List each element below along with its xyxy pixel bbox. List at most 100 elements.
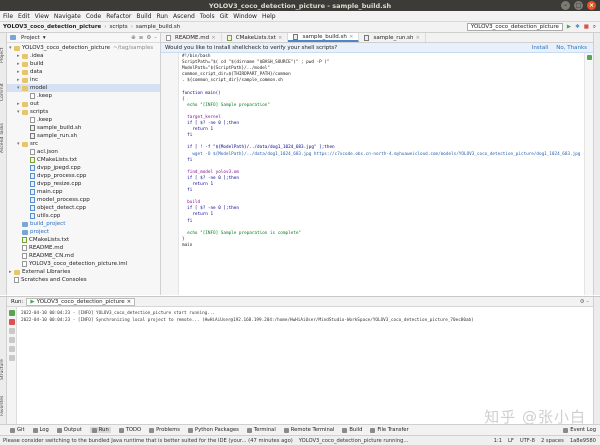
caret-position[interactable]: 1:1 xyxy=(494,438,502,444)
indent-setting[interactable]: 2 spaces xyxy=(541,438,564,444)
status-task[interactable]: YOLOV3_coco_detection_picture running... xyxy=(299,438,409,444)
close-icon[interactable]: × xyxy=(127,299,132,305)
menu-view[interactable]: View xyxy=(35,13,49,20)
file-encoding[interactable]: UTF-8 xyxy=(520,438,535,444)
toolwindow-remote-terminal[interactable]: Remote Terminal xyxy=(283,427,334,433)
menu-code[interactable]: Code xyxy=(86,13,101,20)
editor-tab-cmakelists-txt[interactable]: CMakeLists.txt × xyxy=(222,33,289,42)
toolwindow-output[interactable]: Output xyxy=(56,427,82,433)
tree-item[interactable]: project xyxy=(7,228,160,236)
tool-tab-ascend-tasks[interactable]: Ascend Tasks xyxy=(0,113,7,163)
tool-tab-project[interactable]: Project xyxy=(0,37,7,73)
toolwindow-file-transfer[interactable]: File Transfer xyxy=(370,427,409,433)
tool-tab-favorites[interactable]: Favorites xyxy=(0,392,7,420)
tree-item[interactable]: utils.cpp xyxy=(7,212,160,220)
tree-item[interactable]: sample_build.sh xyxy=(7,124,160,132)
menu-navigate[interactable]: Navigate xyxy=(54,13,81,20)
toolwindow-terminal[interactable]: Terminal xyxy=(246,427,276,433)
menu-refactor[interactable]: Refactor xyxy=(106,13,131,20)
tree-item[interactable]: dvpp_process.cpp xyxy=(7,172,160,180)
search-icon[interactable]: ⌕ xyxy=(593,24,596,31)
toolwindow-build[interactable]: Build xyxy=(342,427,362,433)
locate-icon[interactable]: ⊕ xyxy=(131,35,136,41)
maximize-button[interactable]: □ xyxy=(574,1,583,10)
menu-run[interactable]: Run xyxy=(156,13,168,20)
tree-item[interactable]: README.md xyxy=(7,244,160,252)
menu-build[interactable]: Build xyxy=(136,13,151,20)
trash-icon[interactable] xyxy=(8,355,15,361)
editor-tab-sample-run-sh[interactable]: sample_run.sh × xyxy=(359,33,427,42)
breadcrumb-folder[interactable]: scripts xyxy=(109,24,127,30)
editor-scrollbar[interactable] xyxy=(584,53,593,295)
tree-item[interactable]: Scratches and Consoles xyxy=(7,276,160,284)
menu-tools[interactable]: Tools xyxy=(200,13,215,20)
editor-tab-readme-md[interactable]: README.md × xyxy=(161,33,222,42)
run-panel-options[interactable]: ⚙ – xyxy=(580,299,593,305)
hide-icon[interactable]: – xyxy=(154,35,157,41)
tree-item[interactable]: object_detect.cpp xyxy=(7,204,160,212)
menu-ascend[interactable]: Ascend xyxy=(173,13,195,20)
tree-item[interactable]: ▾ src xyxy=(7,140,160,148)
toolwindow-problems[interactable]: Problems xyxy=(149,427,180,433)
tree-item[interactable]: model_process.cpp xyxy=(7,196,160,204)
stop-icon[interactable]: ■ xyxy=(584,24,589,30)
tree-item[interactable]: .keep xyxy=(7,92,160,100)
tree-item[interactable]: CMakeLists.txt xyxy=(7,236,160,244)
tree-item[interactable]: ▸ .idea xyxy=(7,52,160,60)
tree-item[interactable]: ▾ scripts xyxy=(7,108,160,116)
tree-item[interactable]: .keep xyxy=(7,116,160,124)
breadcrumb-project[interactable]: YOLOV3_coco_detection_picture xyxy=(3,24,101,30)
git-branch[interactable]: 1a8e9580 xyxy=(570,438,596,444)
tool-tab-structure[interactable]: Structure xyxy=(0,355,7,385)
chevron-down-icon[interactable]: ▾ xyxy=(43,35,46,41)
editor-tab-sample-build-sh[interactable]: sample_build.sh × xyxy=(288,33,360,42)
tree-item[interactable]: YOLOV3_coco_detection_picture.iml xyxy=(7,260,160,268)
code-content[interactable]: #!/bin/bash ScriptPath="$( cd "$(dirname … xyxy=(179,53,584,295)
close-icon[interactable]: × xyxy=(416,35,421,41)
line-separator[interactable]: LF xyxy=(508,438,514,444)
print-icon[interactable] xyxy=(8,337,15,343)
run-icon[interactable]: ▶ xyxy=(567,24,571,30)
tree-item[interactable]: dvpp_jpegd.cpp xyxy=(7,164,160,172)
install-link[interactable]: Install xyxy=(532,45,549,51)
tree-item[interactable]: main.cpp xyxy=(7,188,160,196)
scroll-end-icon[interactable] xyxy=(8,328,15,334)
run-config-select[interactable]: YOLOV3_coco_detection_picture xyxy=(466,23,563,31)
tree-item[interactable]: CMakeLists.txt xyxy=(7,156,160,164)
toolwindow-git[interactable]: Git xyxy=(10,427,25,433)
event-log-button[interactable]: Event Log xyxy=(563,427,600,433)
menu-window[interactable]: Window xyxy=(233,13,257,20)
code-editor[interactable]: #!/bin/bash ScriptPath="$( cd "$(dirname … xyxy=(161,53,593,295)
tree-item[interactable]: acl.json xyxy=(7,148,160,156)
close-button[interactable]: × xyxy=(587,1,596,10)
no-thanks-link[interactable]: No, Thanks xyxy=(556,45,587,51)
tool-tab-commit[interactable]: Commit xyxy=(0,77,7,107)
close-icon[interactable]: × xyxy=(278,35,283,41)
collapse-icon[interactable]: ≡ xyxy=(139,35,144,41)
debug-icon[interactable]: ✱ xyxy=(575,24,580,30)
tree-item[interactable]: sample_run.sh xyxy=(7,132,160,140)
tree-item[interactable]: ▸ External Libraries xyxy=(7,268,160,276)
tree-item[interactable]: build_project xyxy=(7,220,160,228)
tree-item[interactable]: ▾ YOLOV3_coco_detection_picture ~/tag/samp… xyxy=(7,44,160,52)
stop-run-icon[interactable] xyxy=(8,319,15,325)
menu-git[interactable]: Git xyxy=(220,13,229,20)
rerun-icon[interactable] xyxy=(8,310,15,316)
menu-help[interactable]: Help xyxy=(262,13,276,20)
tree-item[interactable]: dvpp_resize.cpp xyxy=(7,180,160,188)
breadcrumb-file[interactable]: sample_build.sh xyxy=(136,24,180,30)
run-config-tab[interactable]: ▶ YOLOV3_coco_detection_picture × xyxy=(26,297,136,306)
tree-item[interactable]: ▸ build xyxy=(7,60,160,68)
close-icon[interactable]: × xyxy=(211,35,216,41)
tree-item[interactable]: README_CN.md xyxy=(7,252,160,260)
menu-edit[interactable]: Edit xyxy=(18,13,30,20)
toolwindow-todo[interactable]: TODO xyxy=(118,427,141,433)
minimize-button[interactable]: – xyxy=(561,1,570,10)
status-message[interactable]: Please consider switching to the bundled… xyxy=(3,438,293,444)
menu-file[interactable]: File xyxy=(3,13,13,20)
tree-item[interactable]: ▸ out xyxy=(7,100,160,108)
pin-icon[interactable] xyxy=(8,346,15,352)
toolwindow-python-packages[interactable]: Python Packages xyxy=(188,427,239,433)
project-panel-title[interactable]: Project xyxy=(21,35,40,41)
gear-icon[interactable]: ⚙ xyxy=(146,35,151,41)
